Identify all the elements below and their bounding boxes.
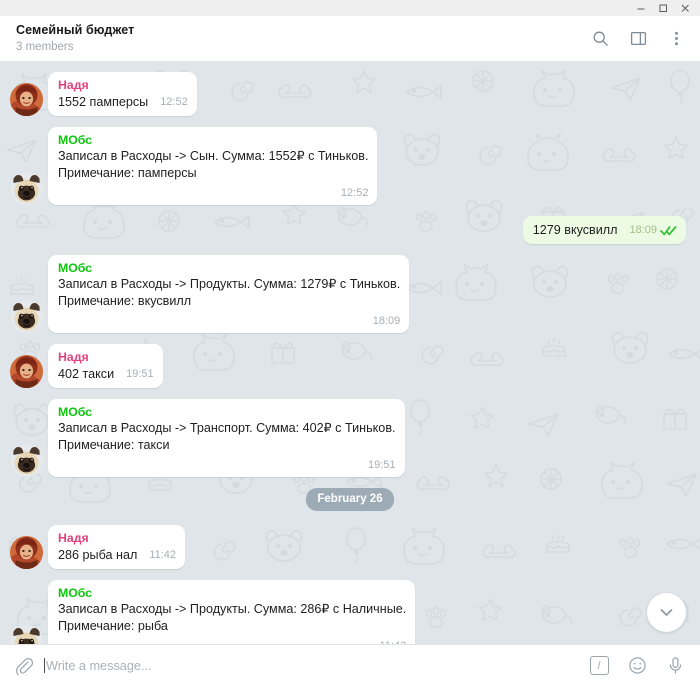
message-meta: 19:51 — [368, 457, 396, 474]
message-time: 11:42 — [380, 638, 407, 644]
text-caret — [44, 658, 45, 673]
date-label: February 26 — [306, 488, 394, 511]
message-composer: / — [0, 644, 700, 686]
read-receipt-icon — [660, 225, 677, 236]
message-bubble[interactable]: МОбс Записал в Расходы -> Продукты. Сумма… — [48, 255, 410, 333]
message-list-container[interactable]: Надя 1552 памперсы 12:52 МОбс Записал в Р… — [0, 62, 700, 644]
composer-actions: / — [588, 655, 686, 677]
minimize-icon[interactable] — [630, 1, 652, 15]
message-time: 18:09 — [372, 315, 401, 327]
message-bubble[interactable]: МОбс Записал в Расходы -> Сын. Сумма: 155… — [48, 127, 378, 205]
paperclip-icon[interactable] — [12, 655, 34, 677]
message-text: 286 рыба нал — [58, 548, 138, 562]
message-time: 19:51 — [126, 368, 154, 380]
avatar[interactable] — [10, 444, 43, 477]
message-sender[interactable]: МОбс — [58, 132, 368, 148]
message-text-line: Записал в Расходы -> Продукты. Сумма: 12… — [58, 277, 401, 291]
message-list: Надя 1552 памперсы 12:52 МОбс Записал в Р… — [0, 72, 700, 644]
message-text: Записал в Расходы -> Продукты. Сумма: 28… — [58, 601, 407, 644]
message-meta: 18:09 — [629, 222, 677, 239]
message-bubble[interactable]: МОбс Записал в Расходы -> Транспорт. Сумм… — [48, 399, 405, 477]
message-text-line: Примечание: такси — [58, 438, 170, 452]
search-icon[interactable] — [590, 29, 610, 49]
message-bubble[interactable]: Надя 286 рыба нал 11:42 — [48, 525, 186, 569]
message-text-line: Записал в Расходы -> Продукты. Сумма: 28… — [58, 602, 407, 616]
message-bubble[interactable]: МОбс Записал в Расходы -> Продукты. Сумма… — [48, 580, 416, 644]
members-count: 3 members — [16, 40, 74, 53]
message-meta: 18:09 — [373, 313, 401, 330]
message-meta: 12:52 — [160, 94, 188, 111]
message-text-line: Примечание: памперсы — [58, 166, 197, 180]
panel-icon[interactable] — [628, 29, 648, 49]
maximize-icon[interactable] — [652, 1, 674, 15]
message-text: Записал в Расходы -> Продукты. Сумма: 12… — [58, 276, 401, 327]
message-meta: 11:42 — [149, 547, 176, 564]
message-body-row: 1279 вкусвилл 18:09 — [533, 221, 677, 239]
message-body-row: 286 рыба нал 11:42 — [58, 546, 176, 564]
chat-header-text[interactable]: Семейный бюджет 3 members — [16, 23, 590, 55]
message-text: Записал в Расходы -> Транспорт. Сумма: 4… — [58, 420, 396, 471]
avatar[interactable] — [10, 172, 43, 205]
message-row: 1279 вкусвилл 18:09 — [0, 216, 700, 244]
message-time: 18:09 — [629, 224, 657, 236]
page-title: Семейный бюджет — [16, 22, 135, 37]
message-row: Надя 286 рыба нал 11:42 — [0, 525, 700, 569]
message-meta: 11:42 — [380, 638, 407, 644]
message-text: 1279 вкусвилл — [532, 223, 618, 237]
message-text: Записал в Расходы -> Сын. Сумма: 1552₽ с… — [58, 148, 369, 199]
message-row: МОбс Записал в Расходы -> Сын. Сумма: 155… — [0, 127, 700, 205]
message-text: 1552 памперсы — [58, 95, 149, 109]
message-sender[interactable]: МОбс — [58, 404, 396, 420]
message-row: МОбс Записал в Расходы -> Транспорт. Сумм… — [0, 399, 700, 477]
avatar[interactable] — [10, 355, 43, 388]
message-body-row: 1552 памперсы 12:52 — [58, 93, 188, 111]
message-body-row: 402 такси 19:51 — [58, 365, 154, 383]
message-row: Надя 402 такси 19:51 — [0, 344, 700, 388]
chat-header: Семейный бюджет 3 members — [0, 16, 700, 62]
smiley-icon[interactable] — [626, 655, 648, 677]
message-sender[interactable]: Надя — [58, 349, 154, 365]
close-icon[interactable] — [674, 1, 696, 15]
avatar[interactable] — [10, 300, 43, 333]
message-meta: 19:51 — [126, 366, 154, 383]
avatar[interactable] — [10, 83, 43, 116]
message-sender[interactable]: Надя — [58, 530, 176, 546]
message-text: 402 такси — [58, 367, 115, 381]
message-bubble[interactable]: Надя 1552 памперсы 12:52 — [48, 72, 197, 116]
message-time: 11:42 — [149, 549, 177, 561]
date-divider: February 26 — [0, 488, 700, 511]
more-vertical-icon[interactable] — [666, 29, 686, 49]
message-input-wrapper[interactable] — [44, 645, 578, 686]
slash-icon: / — [589, 656, 609, 675]
header-actions — [590, 29, 686, 49]
message-bubble[interactable]: Надя 402 такси 19:51 — [48, 344, 163, 388]
message-text-line: Примечание: вкусвилл — [58, 294, 192, 308]
message-text-line: Записал в Расходы -> Транспорт. Сумма: 4… — [58, 421, 396, 435]
message-row: МОбс Записал в Расходы -> Продукты. Сумма… — [0, 580, 700, 644]
scroll-to-bottom-button[interactable] — [647, 593, 686, 632]
message-input[interactable] — [46, 658, 578, 673]
message-text-line: Примечание: рыба — [58, 619, 168, 633]
message-row: Надя 1552 памперсы 12:52 — [0, 72, 700, 116]
avatar[interactable] — [10, 625, 43, 644]
message-row: МОбс Записал в Расходы -> Продукты. Сумма… — [0, 255, 700, 333]
message-sender[interactable]: Надя — [58, 77, 188, 93]
message-text-line: Записал в Расходы -> Сын. Сумма: 1552₽ с… — [58, 149, 369, 163]
window-titlebar — [0, 0, 700, 16]
message-time: 12:52 — [340, 187, 369, 199]
message-time: 12:52 — [160, 96, 188, 108]
slash-command-button[interactable]: / — [588, 655, 610, 677]
message-bubble[interactable]: 1279 вкусвилл 18:09 — [522, 216, 686, 244]
microphone-icon[interactable] — [664, 655, 686, 677]
message-sender[interactable]: МОбс — [58, 585, 406, 601]
message-meta: 12:52 — [341, 185, 369, 202]
message-time: 19:51 — [367, 459, 396, 471]
telegram-window: Семейный бюджет 3 members Надя 1552 памп… — [0, 0, 700, 686]
avatar[interactable] — [10, 536, 43, 569]
message-sender[interactable]: МОбс — [58, 260, 400, 276]
